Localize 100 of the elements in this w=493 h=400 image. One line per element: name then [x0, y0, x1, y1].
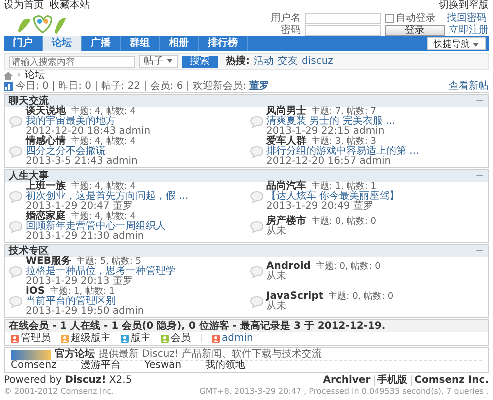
top-link[interactable]: 设为首页 [4, 0, 44, 12]
online-user-link[interactable]: admin [222, 333, 254, 344]
speech-bubble-icon [9, 296, 23, 308]
speech-bubble-icon [9, 221, 23, 233]
nav-tab[interactable]: 群组 [121, 36, 160, 51]
breadcrumb-separator: › [17, 70, 21, 81]
speech-bubble-icon [250, 266, 264, 278]
hot-search-link[interactable]: 交友 [278, 56, 298, 67]
friend-link[interactable]: 我的领地 [206, 361, 246, 371]
newest-member-link[interactable]: 董罗 [249, 81, 270, 92]
forum-stats-text: 今日: 0 | 昨日: 0 | 帖子: 22 | 会员: 6 | 欢迎新会员: [16, 81, 246, 92]
legend-label: 超级版主 [71, 333, 111, 344]
footer-link[interactable]: 手机版 [374, 375, 408, 386]
top-link[interactable]: 收藏本站 [50, 0, 90, 12]
forum-name-link[interactable]: 爱车人群 [266, 137, 306, 147]
forum-name-link[interactable]: 风尚男士 [266, 107, 306, 117]
forum-name-link[interactable]: 婚恋家庭 [26, 212, 66, 222]
login-button[interactable]: 登录 [385, 24, 445, 36]
section-title: 聊天交流 [9, 96, 49, 106]
last-post-link[interactable]: 回顾新年走营管中心一周组织人 [26, 222, 166, 232]
speech-bubble-icon [9, 191, 23, 203]
last-post-link[interactable]: 我的宇宙最美的地方 [26, 117, 116, 127]
search-scope-dropdown[interactable]: 帖子 [139, 55, 178, 68]
username-label: 用户名 [270, 12, 301, 24]
last-post-link[interactable]: 初次创业，这是首先方向问起，假 ... [26, 192, 189, 202]
forum-counts: 主题: 7, 帖数: 7 [312, 107, 376, 117]
forum-name-link[interactable]: iOS [26, 287, 46, 297]
forum-counts: 主题: 0, 帖数: 0 [312, 217, 376, 227]
username-field[interactable] [305, 12, 381, 24]
nav-tab[interactable]: 排行榜 [199, 36, 248, 51]
forum-name-link[interactable]: Android [266, 262, 311, 272]
featured-link-title[interactable]: 官方论坛 [55, 349, 95, 360]
hot-search-link[interactable]: discuz [302, 56, 334, 67]
forum-counts: 主题: 5, 帖数: 5 [76, 257, 142, 267]
forum-counts: 主题: 4, 帖数: 4 [71, 182, 136, 192]
auto-login-checkbox[interactable]: 自动登录 [385, 12, 443, 24]
forum-name-link[interactable]: 上班一族 [26, 182, 66, 192]
speech-bubble-icon [9, 146, 23, 158]
speech-bubble-icon [9, 116, 23, 128]
forum-name-link[interactable]: 品尚汽车 [266, 182, 306, 192]
hot-search-label: 热搜: [226, 56, 250, 67]
last-post-link[interactable]: 拉格是一种品位，思考一种管理学 [26, 267, 176, 277]
last-post-meta: 2012-12-20 16:57 admin [266, 157, 392, 167]
forum-counts: 主题: 0, 帖数: 0 [328, 292, 394, 302]
search-field[interactable]: 请输入搜索内容 [9, 56, 135, 68]
forum-counts: 主题: 1, 帖数: 1 [312, 182, 376, 192]
new-posts-link[interactable]: 查看新帖 [449, 81, 489, 92]
legend-label: 会员 [171, 333, 191, 344]
speech-bubble-icon [250, 191, 264, 203]
forum-name-link[interactable]: 房产楼市 [266, 217, 306, 227]
server-stats-text: GMT+8, 2013-3-29 20:47 , Processed in 0.049535 second(s), 7 queries . [200, 386, 489, 397]
search-button[interactable]: 搜索 [182, 56, 218, 68]
last-post-link[interactable]: 四分之分不会撒谎 [26, 147, 106, 157]
forum-counts: 主题: 4, 帖数: 4 [71, 107, 136, 117]
last-post-meta: 2013-1-29 21:30 admin [26, 232, 144, 242]
speech-bubble-icon [9, 266, 23, 278]
home-icon[interactable] [4, 72, 13, 80]
last-post-link[interactable]: 清爽夏装 男士的 完美衣服 ... [266, 117, 396, 127]
nav-tab[interactable]: 相册 [160, 36, 199, 51]
last-post-meta: 2013-1-29 20:49 董罗 [266, 202, 374, 212]
section-title: 人生大事 [9, 170, 49, 182]
nav-tab[interactable]: 论坛 [43, 36, 82, 51]
friend-link[interactable]: Yeswan [144, 361, 182, 371]
forum-counts: 主题: 0, 帖数: 0 [316, 262, 381, 272]
last-post-link[interactable]: 【达人炫车 你今最美丽座驾】 [266, 192, 400, 202]
forum-name-link[interactable]: 情感心情 [26, 137, 66, 147]
forum-name-link[interactable]: JavaScript [266, 292, 324, 302]
last-post-meta: 从未 [266, 272, 286, 282]
last-post-meta: 2013-3-5 21:43 admin [26, 157, 138, 167]
friend-link[interactable]: 漫游平台 [80, 361, 121, 371]
featured-link-description: 提供最新 Discuz! 产品新闻、软件下载与技术交流 [99, 349, 322, 360]
password-field[interactable] [305, 24, 381, 36]
footer-link[interactable]: Archiver [323, 375, 371, 386]
banner-placeholder[interactable] [11, 350, 51, 360]
forum-counts: 主题: 3, 帖数: 3 [312, 137, 376, 147]
forum-counts: 主题: 4, 帖数: 4 [71, 212, 136, 222]
hot-search-link[interactable]: 活动 [254, 56, 274, 67]
footer-link[interactable]: Comsenz Inc. [410, 375, 489, 386]
speech-bubble-icon [250, 221, 264, 233]
forum-name-link[interactable]: 谈天说地 [26, 107, 66, 117]
speech-bubble-icon [250, 296, 264, 308]
last-post-meta: 2013-1-29 22:15 admin [266, 127, 385, 137]
forum-counts: 主题: 1, 帖数: 1 [50, 287, 116, 297]
last-post-link[interactable]: 排行分组的游戏中容易适上的第 ... [266, 147, 420, 157]
last-post-link[interactable]: 当前平台的管理区别 [26, 297, 116, 307]
section-title: 技术专区 [9, 246, 49, 256]
last-post-meta: 2013-1-29 19:50 admin [26, 307, 144, 317]
chart-icon [4, 82, 13, 91]
nav-tab[interactable]: 广播 [82, 36, 121, 51]
friend-link[interactable]: Comsenz [11, 361, 57, 371]
last-post-meta: 从未 [266, 227, 286, 237]
quick-nav-button[interactable]: 快捷导航 [427, 37, 486, 50]
copyright-text: © 2001-2012 Comsenz Inc. [4, 386, 116, 397]
forum-name-link[interactable]: WEB服务 [26, 257, 72, 267]
legend-label: 管理员 [21, 333, 51, 344]
password-label: 密码 [280, 24, 301, 36]
forgot-password-link[interactable]: 找回密码 [447, 12, 487, 24]
breadcrumb-link[interactable]: 论坛 [25, 70, 45, 81]
speech-bubble-icon [250, 116, 264, 128]
register-link[interactable]: 立即注册 [449, 24, 489, 36]
